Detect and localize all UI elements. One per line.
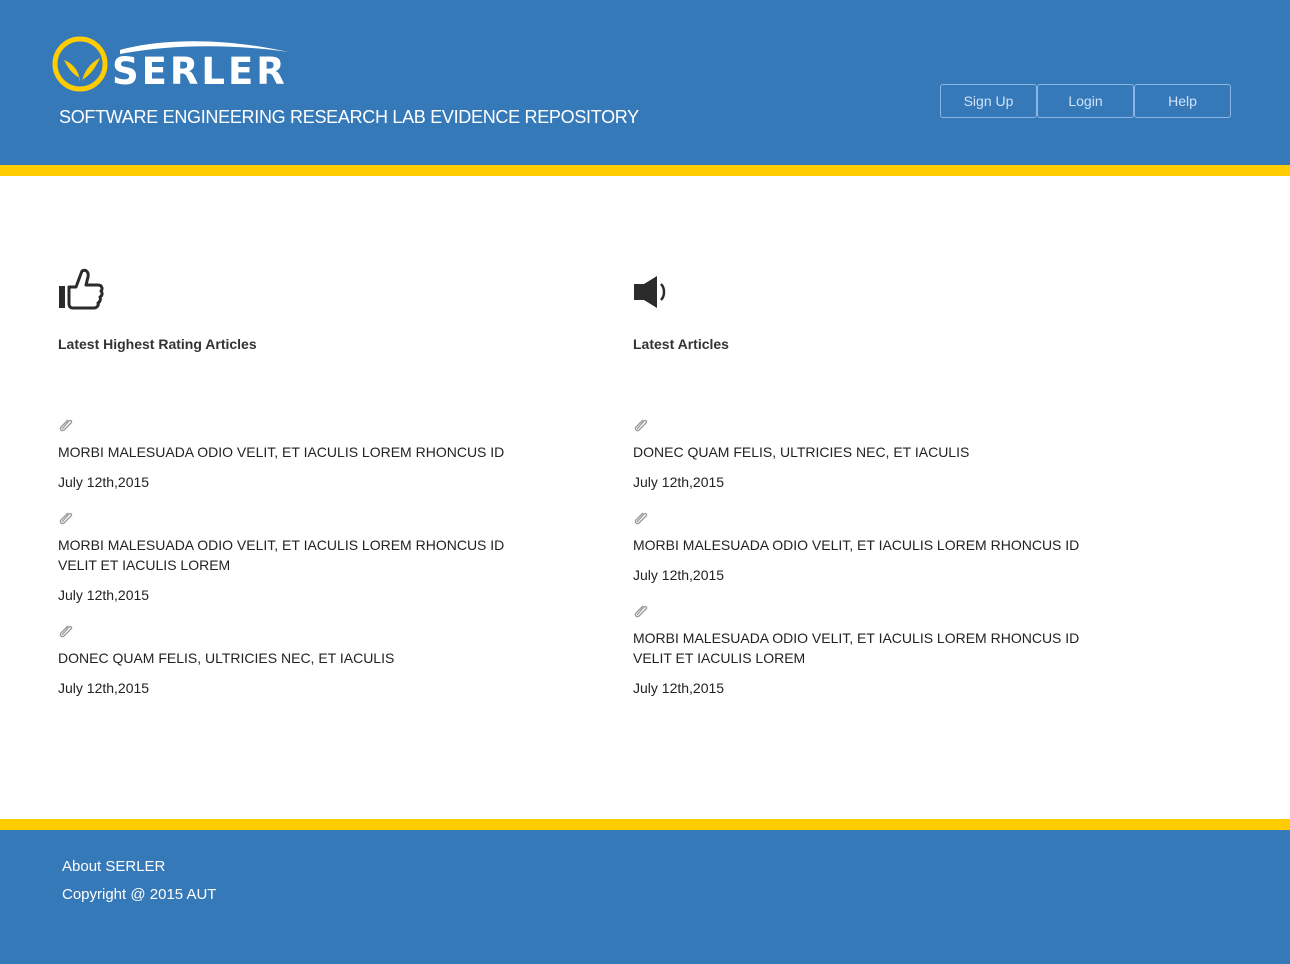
article-item: DONEC QUAM FELIS, ULTRICIES NEC, ET IACU… xyxy=(633,417,1133,492)
paperclip-icon xyxy=(59,419,73,432)
header-nav: Sign Up Login Help xyxy=(940,84,1231,118)
paperclip-icon xyxy=(634,419,648,432)
article-item: MORBI MALESUADA ODIO VELIT, ET IACULIS L… xyxy=(58,510,558,605)
paperclip-icon xyxy=(59,625,73,638)
site-tagline: SOFTWARE ENGINEERING RESEARCH LAB EVIDEN… xyxy=(59,107,639,127)
site-footer: About SERLER Copyright @ 2015 AUT xyxy=(0,830,1290,964)
copyright-text: Copyright @ 2015 AUT xyxy=(62,886,217,903)
article-date: July 12th,2015 xyxy=(633,474,725,490)
site-header: SERLER SOFTWARE ENGINEERING RESEARCH LAB… xyxy=(0,0,1290,165)
article-item: DONEC QUAM FELIS, ULTRICIES NEC, ET IACU… xyxy=(58,623,558,698)
paperclip-icon xyxy=(634,512,648,525)
logo-text: SERLER xyxy=(112,50,288,93)
header-accent-stripe xyxy=(0,165,1290,176)
article-title[interactable]: DONEC QUAM FELIS, ULTRICIES NEC, ET IACU… xyxy=(58,648,538,668)
about-link[interactable]: About SERLER xyxy=(62,858,165,876)
paperclip-icon xyxy=(634,605,648,618)
megaphone-icon xyxy=(634,276,666,308)
article-title[interactable]: MORBI MALESUADA ODIO VELIT, ET IACULIS L… xyxy=(633,535,1113,555)
section-title: Latest Articles xyxy=(633,336,729,352)
thumbs-up-icon xyxy=(59,268,104,310)
article-title[interactable]: DONEC QUAM FELIS, ULTRICIES NEC, ET IACU… xyxy=(633,442,1113,462)
article-item: MORBI MALESUADA ODIO VELIT, ET IACULIS L… xyxy=(633,510,1133,585)
article-date: July 12th,2015 xyxy=(633,567,725,583)
article-date: July 12th,2015 xyxy=(58,587,150,603)
login-button[interactable]: Login xyxy=(1037,84,1134,118)
article-title[interactable]: MORBI MALESUADA ODIO VELIT, ET IACULIS L… xyxy=(58,535,538,575)
article-title[interactable]: MORBI MALESUADA ODIO VELIT, ET IACULIS L… xyxy=(58,442,538,462)
highest-rating-list: MORBI MALESUADA ODIO VELIT, ET IACULIS L… xyxy=(58,417,558,698)
article-date: July 12th,2015 xyxy=(633,680,725,696)
highest-rating-section: Latest Highest Rating Articles MORBI MAL… xyxy=(58,268,558,716)
article-item: MORBI MALESUADA ODIO VELIT, ET IACULIS L… xyxy=(633,603,1133,698)
sign-up-button[interactable]: Sign Up xyxy=(940,84,1037,118)
section-title: Latest Highest Rating Articles xyxy=(58,336,257,352)
latest-articles-list: DONEC QUAM FELIS, ULTRICIES NEC, ET IACU… xyxy=(633,417,1133,698)
latest-articles-section: Latest Articles DONEC QUAM FELIS, ULTRIC… xyxy=(633,268,1133,716)
paperclip-icon xyxy=(59,512,73,525)
article-date: July 12th,2015 xyxy=(58,680,150,696)
footer-accent-stripe xyxy=(0,819,1290,830)
article-title[interactable]: MORBI MALESUADA ODIO VELIT, ET IACULIS L… xyxy=(633,628,1113,668)
article-date: July 12th,2015 xyxy=(58,474,150,490)
article-item: MORBI MALESUADA ODIO VELIT, ET IACULIS L… xyxy=(58,417,558,492)
help-button[interactable]: Help xyxy=(1134,84,1231,118)
